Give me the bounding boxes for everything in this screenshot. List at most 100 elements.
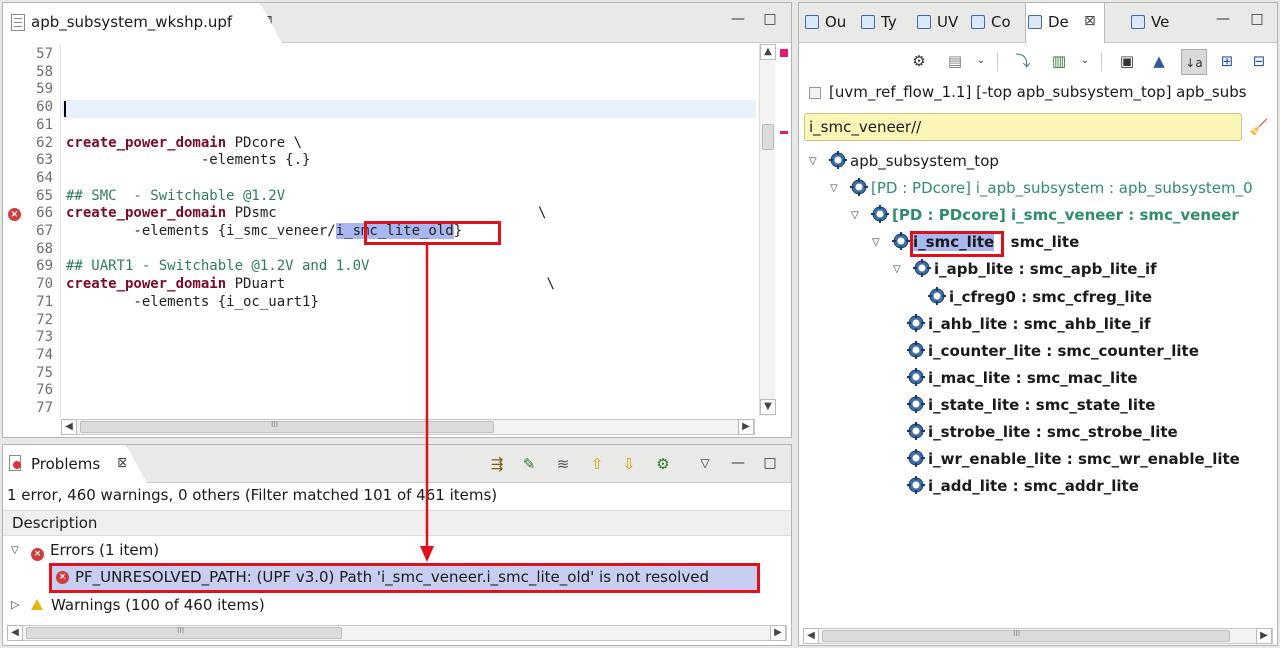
maximize-icon[interactable]: □	[762, 11, 778, 27]
line-number: 70	[36, 276, 53, 293]
tree-node[interactable]: i_strobe_lite : smc_strobe_lite	[893, 422, 1178, 442]
problems-hscrollbar[interactable]: ◀ III ▶	[7, 625, 787, 641]
filter-icon[interactable]: ✎	[519, 454, 539, 474]
code-line[interactable]: create_power_domain PDsmc \	[66, 205, 546, 221]
tree-node[interactable]: i_counter_lite : smc_counter_lite	[893, 340, 1199, 361]
maximize-icon[interactable]: □	[1249, 11, 1265, 27]
error-annotation-mark[interactable]	[780, 49, 788, 57]
scroll-right-icon[interactable]: ▶	[1256, 628, 1272, 644]
design-tab-de[interactable]: De ⊠	[1025, 3, 1105, 43]
tree-node[interactable]: i_add_lite : smc_addr_lite	[893, 476, 1139, 496]
design-tab-co[interactable]: Co	[969, 3, 1023, 43]
instance-icon	[913, 259, 934, 278]
hscroll-thumb[interactable]: III	[26, 626, 342, 639]
tree-node[interactable]: ▽ [PD : PDcore] i_smc_veneer : smc_veneer	[851, 205, 1239, 226]
minimize-icon[interactable]: —	[730, 455, 746, 471]
warnings-group[interactable]: ▷ Warnings (100 of 460 items)	[11, 595, 265, 615]
dropdown-icon[interactable]: ⌄	[971, 51, 991, 71]
code-line[interactable]: create_power_domain PDcore \	[66, 135, 302, 151]
filter-input[interactable]	[809, 117, 1229, 137]
errors-group-label: Errors (1 item)	[50, 541, 160, 559]
line-number: 76	[36, 382, 53, 399]
tree-node[interactable]: i_state_lite : smc_state_lite	[893, 394, 1156, 415]
design-tab-ou[interactable]: Ou	[803, 3, 857, 43]
scroll-left-icon[interactable]: ◀	[7, 625, 23, 641]
close-icon[interactable]: ⊠	[261, 13, 273, 29]
link-icon[interactable]: ⤵	[1013, 51, 1033, 71]
minimize-icon[interactable]: —	[730, 11, 746, 27]
tree-node[interactable]: ▽ i_apb_lite : smc_apb_lite_if	[893, 259, 1157, 280]
tree-node[interactable]: ▽ apb_subsystem_top	[809, 151, 999, 172]
design-tab-ve[interactable]: Ve	[1129, 3, 1183, 43]
view-menu-icon[interactable]: ▽	[695, 453, 715, 473]
scroll-right-icon[interactable]: ▶	[770, 625, 786, 641]
collapse-all-icon[interactable]: ≋	[553, 454, 573, 474]
tree-node[interactable]: i_wr_enable_lite : smc_wr_enable_lite	[893, 449, 1240, 469]
hierarchy-icon[interactable]: ▤	[945, 51, 965, 71]
column-header[interactable]: Description	[3, 510, 791, 536]
problems-tab[interactable]: Problems ⊠	[3, 445, 148, 485]
hscroll-thumb[interactable]: III	[80, 420, 494, 433]
code-token: -elements {i_oc_uart1}	[66, 293, 319, 310]
tree-node[interactable]: i_ahb_lite : smc_ahb_lite_if	[893, 313, 1151, 334]
tree-node-label: i_apb_lite : smc_apb_lite_if	[934, 260, 1157, 279]
expand-icon[interactable]: ▽	[11, 541, 25, 561]
scroll-down-icon[interactable]: ▼	[760, 399, 776, 415]
scroll-left-icon[interactable]: ◀	[61, 419, 77, 435]
code-token: -elements {i_smc_veneer/	[66, 223, 336, 239]
code-line[interactable]: -elements {.}	[66, 152, 311, 168]
type-hierarchy-icon	[861, 15, 875, 29]
grip-icon: III	[1013, 629, 1021, 638]
design-tab-ty[interactable]: Ty	[859, 3, 913, 43]
editor-tab[interactable]: apb_subsystem_wkshp.upf ⊠	[3, 3, 282, 43]
collapse-all-icon[interactable]: ⊟	[1249, 51, 1269, 71]
chip-icon[interactable]: ▣	[1117, 51, 1137, 71]
highlight-icon[interactable]: ▲	[1149, 51, 1169, 71]
expand-icon[interactable]: ▽	[809, 152, 823, 172]
breadcrumb-checkbox[interactable]	[809, 87, 821, 99]
close-icon[interactable]: ⊠	[1084, 13, 1096, 29]
configure-icon[interactable]: ⚙	[653, 454, 673, 474]
tree-node[interactable]: i_mac_lite : smc_mac_lite	[893, 367, 1138, 388]
collapse-icon[interactable]: ▷	[11, 595, 25, 615]
previous-icon[interactable]: ⇧	[587, 454, 607, 474]
scroll-left-icon[interactable]: ◀	[803, 628, 819, 644]
errors-group[interactable]: ▽ × Errors (1 item)	[11, 540, 159, 561]
expand-icon[interactable]: ▽	[851, 206, 865, 226]
expand-all-icon[interactable]: ⊞	[1217, 51, 1237, 71]
dropdown-icon[interactable]: ⌄	[1075, 51, 1095, 71]
warning-annotation-mark[interactable]	[780, 131, 788, 134]
tree-node-label: i_state_lite : smc_state_lite	[928, 395, 1156, 414]
design-hscrollbar[interactable]: ◀ III ▶	[803, 628, 1273, 644]
error-marker-icon[interactable]: ×	[8, 208, 21, 221]
outline-icon	[805, 15, 819, 29]
focus-on-selection-icon[interactable]: ⇶	[487, 454, 507, 474]
minimize-icon[interactable]: —	[1215, 11, 1231, 27]
instance-icon	[907, 449, 928, 468]
keyword-token: create_power_domain	[66, 276, 227, 293]
maximize-icon[interactable]: □	[762, 455, 778, 471]
structure-icon[interactable]: ▥	[1049, 51, 1069, 71]
hscroll-thumb[interactable]: III	[822, 629, 1230, 642]
sort-az-icon[interactable]: ↓a	[1181, 49, 1207, 75]
code-line[interactable]: ## UART1 - Switchable @1.2V and 1.0V	[66, 258, 369, 274]
close-icon[interactable]: ⊠	[117, 455, 129, 471]
code-line[interactable]: -elements {i_oc_uart1}	[66, 293, 319, 310]
design-settings-icon[interactable]: ⚙	[909, 51, 929, 71]
tree-node[interactable]: ▽ [PD : PDcore] i_apb_subsystem : apb_sub…	[830, 178, 1253, 199]
expand-icon[interactable]: ▽	[893, 260, 907, 280]
expand-icon[interactable]: ▽	[830, 179, 844, 199]
expand-icon[interactable]: ▽	[872, 233, 886, 253]
code-line[interactable]: ## SMC - Switchable @1.2V	[66, 188, 285, 204]
clear-filter-icon[interactable]: 🧹	[1249, 117, 1269, 137]
editor-vscrollbar[interactable]: ▲ ▼	[759, 44, 776, 416]
editor-hscrollbar[interactable]: ◀ III ▶	[61, 419, 755, 435]
scroll-up-icon[interactable]: ▲	[760, 44, 776, 60]
code-line[interactable]: create_power_domain PDuart \	[66, 276, 555, 292]
line-number: 65	[36, 187, 53, 204]
tree-node[interactable]: i_cfreg0 : smc_cfreg_lite	[914, 286, 1152, 307]
next-icon[interactable]: ⇩	[619, 454, 639, 474]
design-tab-uv[interactable]: UV	[915, 3, 969, 43]
scroll-right-icon[interactable]: ▶	[738, 419, 754, 435]
vscroll-thumb[interactable]	[762, 124, 774, 150]
